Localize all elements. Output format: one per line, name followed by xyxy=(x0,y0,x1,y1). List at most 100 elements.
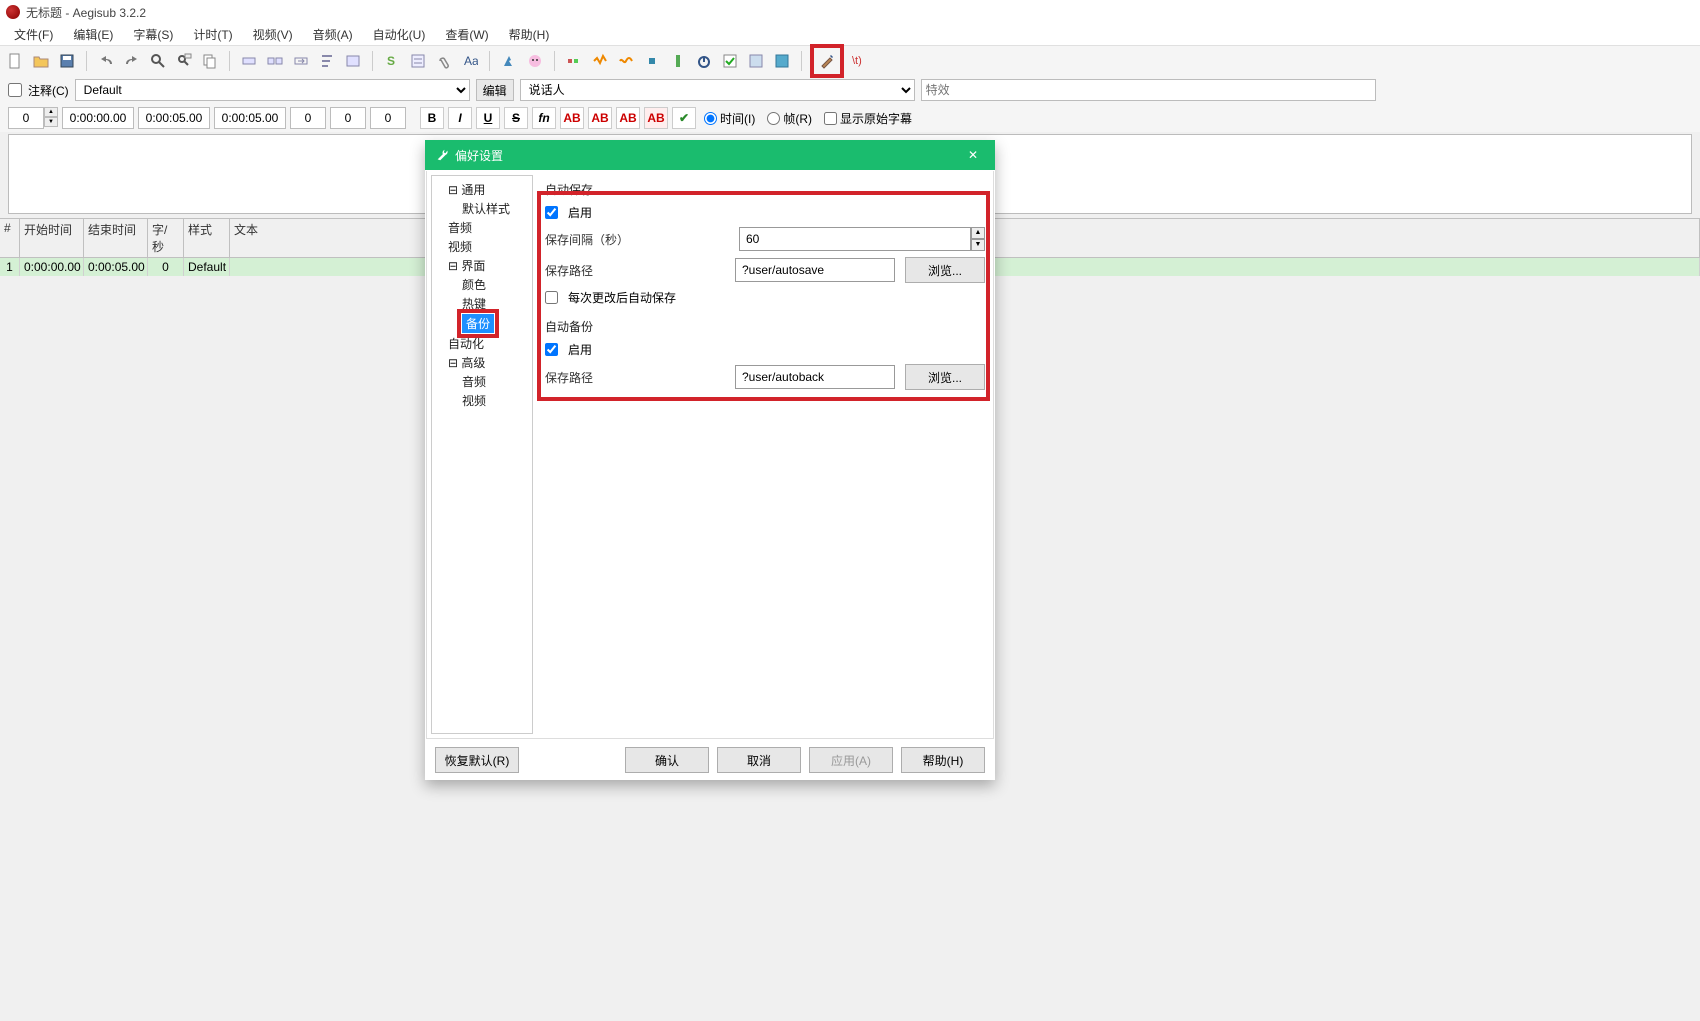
col-num[interactable]: # xyxy=(0,219,20,257)
menu-help[interactable]: 帮助(H) xyxy=(499,24,560,45)
time-radio-label[interactable]: 时间(I) xyxy=(704,110,755,127)
tree-backup[interactable]: 备份 xyxy=(462,314,494,333)
tree-backup-wrapper[interactable]: 备份 xyxy=(434,313,530,334)
cancel-button[interactable]: 取消 xyxy=(717,747,801,773)
dialog-titlebar[interactable]: 偏好设置 ✕ xyxy=(425,140,995,170)
timing-2-icon[interactable] xyxy=(264,50,286,72)
col-style[interactable]: 样式 xyxy=(184,219,230,257)
layer-spinner[interactable]: ▲▼ xyxy=(44,107,58,129)
resampler-icon[interactable] xyxy=(745,50,767,72)
open-file-icon[interactable] xyxy=(30,50,52,72)
menu-view[interactable]: 查看(W) xyxy=(435,24,498,45)
show-original-label[interactable]: 显示原始字幕 xyxy=(824,110,912,127)
margin-r-input[interactable] xyxy=(330,107,366,129)
tree-audio[interactable]: 音频 xyxy=(434,218,530,237)
undo-icon[interactable] xyxy=(95,50,117,72)
restore-defaults-button[interactable]: 恢复默认(R) xyxy=(435,747,519,773)
menu-timing[interactable]: 计时(T) xyxy=(183,24,242,45)
interval-spinner[interactable]: ▲▼ xyxy=(971,227,985,251)
italic-button[interactable]: I xyxy=(448,107,472,129)
comment-checkbox[interactable] xyxy=(8,83,22,97)
spectrum-1-icon[interactable] xyxy=(563,50,585,72)
color3-button[interactable]: AB xyxy=(616,107,640,129)
font-collector-icon[interactable]: Aa xyxy=(459,50,481,72)
tree-interface[interactable]: ⊟ 界面 xyxy=(434,256,530,275)
style-manager-icon[interactable]: S xyxy=(381,50,403,72)
save-file-icon[interactable] xyxy=(56,50,78,72)
duration-input[interactable] xyxy=(214,107,286,129)
margin-l-input[interactable] xyxy=(290,107,326,129)
time-radio[interactable] xyxy=(704,112,717,125)
shift-times-icon[interactable] xyxy=(290,50,312,72)
font-button[interactable]: fn xyxy=(532,107,556,129)
spectrum-2-icon[interactable] xyxy=(589,50,611,72)
start-time-input[interactable] xyxy=(62,107,134,129)
autosave-path-input[interactable] xyxy=(735,258,895,282)
underline-button[interactable]: U xyxy=(476,107,500,129)
show-original-checkbox[interactable] xyxy=(824,112,837,125)
ok-button[interactable]: 确认 xyxy=(625,747,709,773)
strike-button[interactable]: S xyxy=(504,107,528,129)
effect-input[interactable] xyxy=(921,79,1376,101)
snap-icon[interactable] xyxy=(667,50,689,72)
tree-automation[interactable]: 自动化 xyxy=(434,334,530,353)
margin-v-input[interactable] xyxy=(370,107,406,129)
autobackup-path-input[interactable] xyxy=(735,365,895,389)
col-end[interactable]: 结束时间 xyxy=(84,219,148,257)
bold-button[interactable]: B xyxy=(420,107,444,129)
tree-video[interactable]: 视频 xyxy=(434,237,530,256)
help-button[interactable]: 帮助(H) xyxy=(901,747,985,773)
copy-icon[interactable] xyxy=(199,50,221,72)
timer-icon[interactable] xyxy=(693,50,715,72)
commit-button[interactable]: ✔ xyxy=(672,107,696,129)
col-start[interactable]: 开始时间 xyxy=(20,219,84,257)
color1-button[interactable]: AB xyxy=(560,107,584,129)
sort-icon[interactable] xyxy=(316,50,338,72)
tree-default-styles[interactable]: 默认样式 xyxy=(434,199,530,218)
tree-colors[interactable]: 颜色 xyxy=(434,275,530,294)
tree-hotkeys[interactable]: 热键 xyxy=(434,294,530,313)
attachments-icon[interactable] xyxy=(433,50,455,72)
layer-input[interactable] xyxy=(8,107,44,129)
col-cps[interactable]: 字/秒 xyxy=(148,219,184,257)
color2-button[interactable]: AB xyxy=(588,107,612,129)
tree-general[interactable]: ⊟ 通用 xyxy=(434,180,530,199)
automation-icon[interactable] xyxy=(498,50,520,72)
keyframe-icon[interactable] xyxy=(641,50,663,72)
tree-advanced[interactable]: ⊟ 高级 xyxy=(434,353,530,372)
menu-edit[interactable]: 编辑(E) xyxy=(63,24,123,45)
spectrum-3-icon[interactable] xyxy=(615,50,637,72)
autobackup-browse-button[interactable]: 浏览... xyxy=(905,364,985,390)
menu-audio[interactable]: 音频(A) xyxy=(303,24,363,45)
find-replace-icon[interactable] xyxy=(173,50,195,72)
redo-icon[interactable] xyxy=(121,50,143,72)
timing-post-icon[interactable] xyxy=(342,50,364,72)
autobackup-enable-checkbox[interactable] xyxy=(545,343,558,356)
color4-button[interactable]: AB xyxy=(644,107,668,129)
tree-adv-audio[interactable]: 音频 xyxy=(434,372,530,391)
dialog-close-button[interactable]: ✕ xyxy=(961,148,985,162)
autosave-enable-checkbox[interactable] xyxy=(545,206,558,219)
preferences-icon[interactable] xyxy=(816,50,838,72)
timing-1-icon[interactable] xyxy=(238,50,260,72)
frame-radio[interactable] xyxy=(767,112,780,125)
actor-select[interactable]: 说话人 xyxy=(520,79,915,101)
end-time-input[interactable] xyxy=(138,107,210,129)
checker-icon[interactable] xyxy=(719,50,741,72)
interval-input[interactable] xyxy=(739,227,971,251)
frame-radio-label[interactable]: 帧(R) xyxy=(767,110,812,127)
menu-file[interactable]: 文件(F) xyxy=(4,24,63,45)
menu-subtitle[interactable]: 字幕(S) xyxy=(123,24,183,45)
style-edit-button[interactable]: 编辑 xyxy=(476,79,514,101)
tpp-icon[interactable] xyxy=(771,50,793,72)
save-on-change-checkbox[interactable] xyxy=(545,291,558,304)
assistant-icon[interactable] xyxy=(524,50,546,72)
new-file-icon[interactable] xyxy=(4,50,26,72)
tree-adv-video[interactable]: 视频 xyxy=(434,391,530,410)
apply-button[interactable]: 应用(A) xyxy=(809,747,893,773)
menu-video[interactable]: 视频(V) xyxy=(243,24,303,45)
find-icon[interactable] xyxy=(147,50,169,72)
menu-automation[interactable]: 自动化(U) xyxy=(363,24,436,45)
style-select[interactable]: Default xyxy=(75,79,470,101)
properties-icon[interactable] xyxy=(407,50,429,72)
